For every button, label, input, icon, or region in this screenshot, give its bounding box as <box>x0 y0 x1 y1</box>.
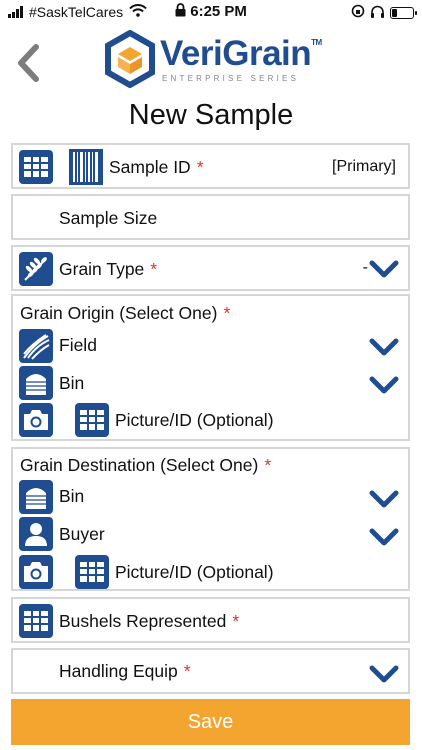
sample-size-row[interactable]: Sample Size <box>11 194 410 240</box>
grid-icon[interactable] <box>75 555 109 589</box>
chevron-down-icon[interactable] <box>369 259 399 279</box>
origin-picture-label[interactable]: Picture/ID (Optional) <box>115 410 274 431</box>
grid-icon[interactable] <box>75 403 109 437</box>
logo-brand-text: VeriGrain <box>160 34 312 73</box>
sample-id-label: Sample ID * <box>109 157 204 178</box>
logo-tm: TM <box>311 38 322 47</box>
grain-destination-label: Grain Destination (Select One) * <box>20 455 271 476</box>
rotation-lock-icon <box>351 4 365 21</box>
logo-hexagon-icon <box>105 30 155 88</box>
bushels-required: * <box>232 611 240 631</box>
sample-id-value: [Primary] <box>332 158 396 175</box>
grain-destination-text: Grain Destination (Select One) <box>20 455 259 475</box>
headphones-icon <box>370 5 385 21</box>
sample-id-text: Sample ID <box>109 157 191 177</box>
page-title: New Sample <box>128 99 294 131</box>
lock-icon <box>175 3 190 20</box>
handling-equip-required: * <box>183 661 191 681</box>
destination-bin-label: Bin <box>59 486 85 506</box>
grain-origin-section: Grain Origin (Select One) * Field Bin Pic… <box>11 294 410 441</box>
grain-type-label: Grain Type * <box>59 259 157 280</box>
handling-equip-text: Handling Equip <box>59 661 178 681</box>
chevron-down-icon[interactable] <box>369 375 399 395</box>
handling-equip-row[interactable]: Handling Equip * <box>11 648 410 694</box>
bushels-represented-row[interactable]: Bushels Represented * <box>11 597 410 643</box>
grid-icon <box>19 604 53 638</box>
grain-type-text: Grain Type <box>59 259 145 279</box>
origin-field-label: Field <box>59 335 97 355</box>
chevron-down-icon[interactable] <box>369 527 399 547</box>
silo-bin-icon <box>19 480 53 514</box>
grain-destination-section: Grain Destination (Select One) * Bin Buye… <box>11 447 410 591</box>
sample-id-row[interactable]: Sample ID * [Primary] <box>11 143 410 189</box>
battery-fill <box>392 8 397 17</box>
wheat-icon <box>19 252 53 286</box>
back-chevron-icon <box>18 44 39 82</box>
bushels-label: Bushels Represented * <box>59 611 239 632</box>
chevron-down-icon[interactable] <box>369 337 399 357</box>
bushels-text: Bushels Represented <box>59 611 227 631</box>
verigrain-logo: VeriGrainTM ENTERPRISE SERIES <box>104 30 324 88</box>
destination-picture-label[interactable]: Picture/ID (Optional) <box>115 562 274 583</box>
field-icon <box>19 329 53 363</box>
destination-buyer-label: Buyer <box>59 524 105 544</box>
grid-icon[interactable] <box>19 150 53 184</box>
person-icon <box>19 517 53 551</box>
sample-id-required: * <box>196 157 204 177</box>
chevron-down-icon[interactable] <box>369 664 399 684</box>
battery-icon <box>390 6 417 19</box>
barcode-icon[interactable] <box>69 149 103 190</box>
grain-type-required: * <box>150 259 158 279</box>
logo-tagline: ENTERPRISE SERIES <box>162 74 300 83</box>
grain-origin-required: * <box>223 303 231 323</box>
logo-brand: VeriGrainTM <box>160 34 322 74</box>
back-button[interactable] <box>10 40 46 86</box>
silo-bin-icon <box>19 366 53 400</box>
grain-type-value: - <box>362 259 368 276</box>
grain-destination-required: * <box>264 455 272 475</box>
save-button[interactable]: Save <box>11 699 410 745</box>
grain-origin-text: Grain Origin (Select One) <box>20 303 218 323</box>
grain-origin-label: Grain Origin (Select One) * <box>20 303 230 324</box>
grain-type-row[interactable]: Grain Type * - <box>11 245 410 291</box>
handling-equip-label: Handling Equip * <box>59 661 191 682</box>
camera-icon[interactable] <box>19 403 53 437</box>
status-time: 6:25 PM <box>190 3 247 20</box>
status-right <box>351 4 417 21</box>
origin-bin-label: Bin <box>59 373 85 393</box>
status-bar: #SaskTelCares 6:25 PM <box>0 0 422 24</box>
sample-size-label: Sample Size <box>59 208 158 228</box>
camera-icon[interactable] <box>19 555 53 589</box>
chevron-down-icon[interactable] <box>369 489 399 509</box>
